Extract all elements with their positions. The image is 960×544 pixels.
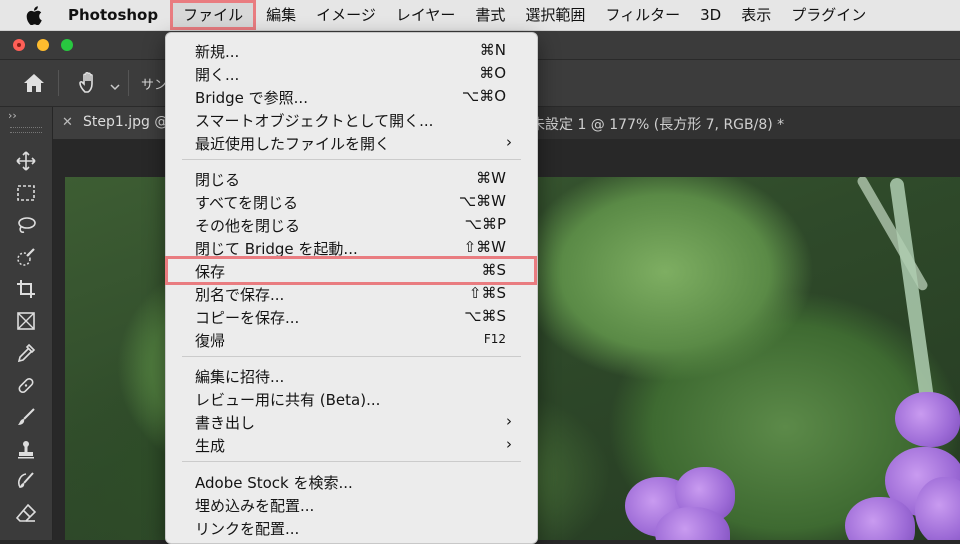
tab-untitled[interactable]: 未設定 1 @ 177% (長方形 7, RGB/8) * (531, 114, 784, 134)
close-icon[interactable]: ✕ (62, 115, 73, 130)
menu-item-revert[interactable]: 復帰 F12 (166, 328, 537, 351)
submenu-arrow-icon: › (506, 412, 512, 430)
apple-logo-icon[interactable] (26, 5, 46, 25)
menu-item-save-as[interactable]: 別名で保存... ⇧⌘S (166, 282, 537, 305)
menu-plugins[interactable]: プラグイン (781, 0, 876, 30)
menu-3d[interactable]: 3D (690, 0, 731, 30)
move-tool-icon[interactable] (11, 147, 41, 175)
menu-file[interactable]: ファイル (170, 0, 257, 30)
menu-layer[interactable]: レイヤー (386, 0, 466, 30)
sample-label: サン (141, 78, 168, 93)
window-close-button[interactable] (13, 39, 25, 51)
frame-tool-icon[interactable] (11, 307, 41, 335)
panel-collapse-icon[interactable]: ›› (8, 109, 17, 122)
lasso-tool-icon[interactable] (11, 211, 41, 239)
menu-view[interactable]: 表示 (731, 0, 781, 30)
hand-tool-icon[interactable] (76, 70, 102, 100)
window-maximize-button[interactable] (61, 39, 73, 51)
menu-item-open[interactable]: 開く... ⌘O (166, 62, 537, 85)
stem-shape (889, 177, 935, 407)
eyedropper-tool-icon[interactable] (11, 339, 41, 367)
healing-brush-tool-icon[interactable] (11, 371, 41, 399)
file-menu-dropdown: 新規... ⌘N 開く... ⌘O Bridge で参照... ⌥⌘O スマート… (165, 32, 538, 544)
menu-item-save-copy[interactable]: コピーを保存... ⌥⌘S (166, 305, 537, 328)
menu-item-search-adobe-stock[interactable]: Adobe Stock を検索... (166, 470, 537, 493)
menu-item-share-for-review[interactable]: レビュー用に共有 (Beta)... (166, 387, 537, 410)
eraser-tool-icon[interactable] (11, 499, 41, 527)
menu-edit[interactable]: 編集 (256, 0, 306, 30)
menu-item-generate[interactable]: 生成 › (166, 433, 537, 456)
chevron-down-icon[interactable] (110, 76, 120, 95)
submenu-arrow-icon: › (506, 133, 512, 151)
window-minimize-button[interactable] (37, 39, 49, 51)
menu-item-open-smart-object[interactable]: スマートオブジェクトとして開く... (166, 108, 537, 131)
menu-item-close-all[interactable]: すべてを閉じる ⌥⌘W (166, 190, 537, 213)
options-separator (58, 70, 59, 96)
flower-petal (895, 392, 960, 447)
menu-item-place-embedded[interactable]: 埋め込みを配置... (166, 493, 537, 516)
menu-item-close-and-bridge[interactable]: 閉じて Bridge を起動... ⇧⌘W (166, 236, 537, 259)
menu-select[interactable]: 選択範囲 (515, 0, 595, 30)
brush-tool-icon[interactable] (11, 403, 41, 431)
submenu-arrow-icon: › (506, 435, 512, 453)
menu-type[interactable]: 書式 (465, 0, 515, 30)
menu-filter[interactable]: フィルター (595, 0, 690, 30)
menu-item-close-others[interactable]: その他を閉じる ⌥⌘P (166, 213, 537, 236)
tab-title: Step1.jpg @ (83, 114, 169, 130)
crop-tool-icon[interactable] (11, 275, 41, 303)
tools-panel: ›› (0, 107, 53, 540)
macos-menu-bar: Photoshop ファイル 編集 イメージ レイヤー 書式 選択範囲 フィルタ… (0, 0, 960, 31)
menu-item-browse-bridge[interactable]: Bridge で参照... ⌥⌘O (166, 85, 537, 108)
home-icon[interactable] (22, 72, 46, 98)
quick-selection-tool-icon[interactable] (11, 243, 41, 271)
menu-item-open-recent[interactable]: 最近使用したファイルを開く › (166, 131, 537, 154)
history-brush-tool-icon[interactable] (11, 467, 41, 495)
menu-item-new[interactable]: 新規... ⌘N (166, 39, 537, 62)
menu-item-export[interactable]: 書き出し › (166, 410, 537, 433)
menu-image[interactable]: イメージ (306, 0, 386, 30)
options-separator (128, 70, 129, 96)
menu-divider (182, 461, 521, 462)
app-name-menu[interactable]: Photoshop (68, 6, 158, 24)
menu-item-close[interactable]: 閉じる ⌘W (166, 167, 537, 190)
menu-item-invite-to-edit[interactable]: 編集に招待... (166, 364, 537, 387)
menu-divider (182, 356, 521, 357)
menu-divider (182, 159, 521, 160)
menu-item-place-linked[interactable]: リンクを配置... (166, 516, 537, 539)
panel-grip[interactable] (10, 127, 42, 133)
marquee-tool-icon[interactable] (11, 179, 41, 207)
clone-stamp-tool-icon[interactable] (11, 435, 41, 463)
menu-item-save[interactable]: 保存 ⌘S (166, 259, 537, 282)
